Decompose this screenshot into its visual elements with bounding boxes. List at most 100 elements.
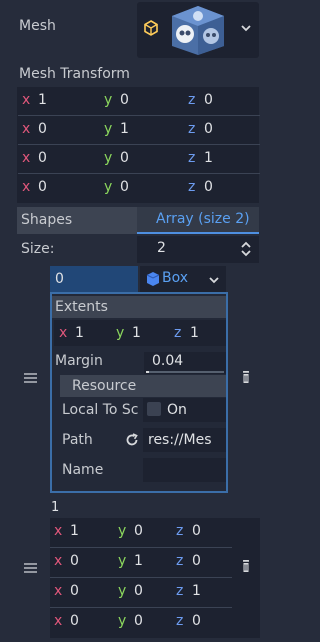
- z-value-field[interactable]: z0: [172, 608, 232, 634]
- x-value: 0: [70, 613, 79, 629]
- name-field[interactable]: [143, 458, 226, 482]
- x-axis-label: x: [22, 121, 31, 137]
- z-value-field[interactable]: z0: [184, 174, 260, 200]
- y-value-field[interactable]: y1: [114, 548, 174, 574]
- y-value: 0: [120, 150, 129, 166]
- z-value-field[interactable]: z1: [184, 145, 260, 171]
- name-label: Name: [62, 462, 104, 478]
- drag-handle-icon[interactable]: [24, 562, 37, 574]
- z-axis-label: z: [176, 613, 184, 629]
- y-axis-label: y: [118, 583, 127, 599]
- shapes-label: Shapes: [21, 212, 73, 228]
- local-to-scene-label: Local To Sc: [62, 402, 139, 418]
- x-value-field[interactable]: x1: [18, 87, 94, 113]
- z-value-field[interactable]: z0: [184, 87, 260, 113]
- y-value-field[interactable]: y0: [100, 145, 176, 171]
- path-value: res://Mes: [148, 432, 212, 448]
- z-axis-label: z: [176, 583, 184, 599]
- y-value-field[interactable]: y1: [112, 320, 168, 346]
- z-value-field[interactable]: z1: [172, 578, 232, 604]
- y-axis-label: y: [116, 325, 125, 341]
- margin-slider-fill: [146, 371, 149, 373]
- x-value: 0: [38, 179, 47, 195]
- cube-icon: [143, 20, 159, 40]
- z-axis-label: z: [176, 553, 184, 569]
- spinner-arrows-icon[interactable]: [240, 241, 252, 261]
- x-axis-label: x: [54, 583, 63, 599]
- margin-slider-track: [146, 371, 224, 373]
- mesh-transform-label: Mesh Transform: [19, 66, 130, 82]
- y-value-field[interactable]: y0: [114, 578, 174, 604]
- z-value-field[interactable]: z0: [184, 116, 260, 142]
- margin-label: Margin: [55, 353, 103, 369]
- local-to-scene-value: On: [167, 402, 187, 418]
- z-value: 1: [204, 150, 213, 166]
- x-value: 1: [38, 92, 47, 108]
- z-value: 0: [192, 613, 201, 629]
- z-value-field[interactable]: z0: [172, 518, 232, 544]
- drag-handle-icon[interactable]: [24, 372, 37, 384]
- z-axis-label: z: [176, 523, 184, 539]
- z-axis-label: z: [188, 92, 196, 108]
- z-value: 0: [204, 121, 213, 137]
- y-value-field[interactable]: y0: [100, 174, 176, 200]
- z-axis-label: z: [188, 179, 196, 195]
- y-axis-label: y: [104, 150, 113, 166]
- size-value: 2: [157, 240, 166, 256]
- x-value-field[interactable]: x0: [50, 578, 110, 604]
- y-value: 0: [120, 92, 129, 108]
- x-axis-label: x: [54, 523, 63, 539]
- z-axis-label: z: [188, 121, 196, 137]
- x-value-field[interactable]: x0: [50, 548, 110, 574]
- x-axis-label: x: [59, 325, 68, 341]
- x-value-field[interactable]: x1: [50, 518, 110, 544]
- chevron-down-icon[interactable]: [208, 274, 220, 290]
- y-value-field[interactable]: y0: [114, 518, 174, 544]
- z-value: 0: [192, 553, 201, 569]
- array-size-label: Array (size 2): [156, 211, 250, 227]
- x-axis-label: x: [54, 613, 63, 629]
- x-axis-label: x: [22, 92, 31, 108]
- x-value: 0: [70, 553, 79, 569]
- z-axis-label: z: [188, 150, 196, 166]
- trash-icon[interactable]: [242, 559, 250, 577]
- mesh-resource-picker[interactable]: [137, 2, 259, 58]
- z-value: 1: [192, 583, 201, 599]
- y-axis-label: y: [104, 121, 113, 137]
- element-0-type-label: Box: [162, 270, 189, 286]
- size-label: Size:: [21, 241, 55, 257]
- y-value-field[interactable]: y1: [100, 116, 176, 142]
- z-value-field[interactable]: z1: [170, 320, 226, 346]
- mesh-label: Mesh: [19, 18, 56, 34]
- x-value: 0: [38, 150, 47, 166]
- x-value-field[interactable]: x0: [50, 608, 110, 634]
- y-value: 0: [134, 523, 143, 539]
- trash-icon[interactable]: [242, 370, 250, 388]
- y-value: 0: [134, 583, 143, 599]
- y-value-field[interactable]: y0: [114, 608, 174, 634]
- chevron-down-icon[interactable]: [240, 22, 252, 38]
- y-value: 0: [134, 613, 143, 629]
- y-axis-label: y: [104, 92, 113, 108]
- x-value: 1: [75, 325, 84, 341]
- x-axis-label: x: [54, 553, 63, 569]
- box-shape-icon: [146, 271, 160, 291]
- path-label: Path: [62, 432, 93, 448]
- y-value-field[interactable]: y0: [100, 87, 176, 113]
- z-axis-label: z: [174, 325, 182, 341]
- x-value: 1: [70, 523, 79, 539]
- x-value-field[interactable]: x1: [55, 320, 111, 346]
- z-value-field[interactable]: z0: [172, 548, 232, 574]
- x-value-field[interactable]: x0: [18, 145, 94, 171]
- y-value: 1: [134, 553, 143, 569]
- reload-icon[interactable]: [124, 432, 140, 452]
- x-value-field[interactable]: x0: [18, 116, 94, 142]
- z-value: 0: [204, 179, 213, 195]
- x-value: 0: [38, 121, 47, 137]
- y-axis-label: y: [118, 553, 127, 569]
- margin-value: 0.04: [152, 353, 184, 369]
- y-value: 0: [120, 179, 129, 195]
- z-value: 0: [204, 92, 213, 108]
- checkbox-icon[interactable]: [147, 402, 161, 416]
- x-value-field[interactable]: x0: [18, 174, 94, 200]
